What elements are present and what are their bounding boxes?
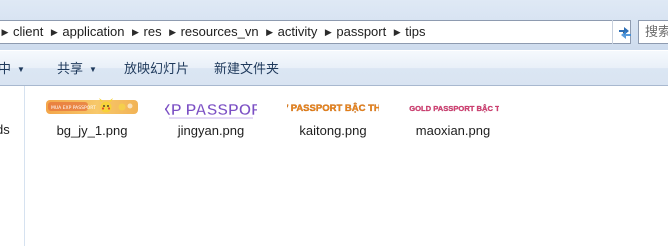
file-item-maoxian[interactable]: QUÀ GOLD PASSPORT BẬC THẦY maoxian.png	[398, 97, 508, 138]
new-folder-button[interactable]: 新建文件夹	[214, 51, 279, 86]
refresh-button[interactable]	[614, 22, 636, 42]
breadcrumb-application[interactable]: ▶ application	[47, 21, 128, 43]
search-input[interactable]: 搜索	[638, 20, 668, 44]
breadcrumb-res[interactable]: ▶ res	[129, 21, 166, 43]
breadcrumb-resources-vn[interactable]: ▶ resources_vn	[166, 21, 263, 43]
svg-text:MUA EXP PASSPORT: MUA EXP PASSPORT	[51, 105, 96, 111]
file-list[interactable]: MUA EXP PASSPORT bg_jy_1.png EXP PASSPOR…	[26, 86, 668, 246]
file-item-kaitong[interactable]: MỞ PASSPORT BẬC THẦY kaitong.png	[278, 97, 388, 138]
file-item-bg-jy-1[interactable]: MUA EXP PASSPORT bg_jy_1.png	[37, 97, 147, 138]
chevron-right-icon[interactable]: ▶	[47, 21, 61, 43]
dropdown-arrow-icon: ▼	[89, 65, 97, 74]
open-passport-logo-thumbnail[interactable]: MỞ PASSPORT BẬC THẦY	[287, 97, 379, 117]
chevron-right-icon[interactable]: ▶	[166, 21, 180, 43]
nav-item-label[interactable]: ds	[0, 122, 10, 137]
command-bar: 中 ▼ 共享 ▼ 放映幻灯片 新建文件夹	[0, 50, 668, 86]
refresh-icon	[619, 27, 631, 39]
gold-passport-logo-thumbnail[interactable]: QUÀ GOLD PASSPORT BẬC THẦY	[407, 97, 499, 117]
file-name[interactable]: jingyan.png	[156, 123, 266, 138]
chevron-right-icon[interactable]: ▶	[129, 21, 143, 43]
svg-text:EXP PASSPORT: EXP PASSPORT	[165, 102, 257, 119]
chevron-right-icon[interactable]: ▶	[263, 21, 277, 43]
file-item-jingyan[interactable]: EXP PASSPORT jingyan.png	[156, 97, 266, 138]
exp-passport-logo-thumbnail[interactable]: EXP PASSPORT	[165, 97, 257, 121]
dropdown-arrow-icon: ▼	[17, 65, 25, 74]
svg-text:QUÀ GOLD PASSPORT BẬC THẦY: QUÀ GOLD PASSPORT BẬC THẦY	[407, 103, 499, 113]
address-strip: ▶ client ▶ application ▶ res ▶ resources…	[0, 0, 668, 50]
file-name[interactable]: bg_jy_1.png	[37, 123, 147, 138]
breadcrumb-passport[interactable]: ▶ passport	[321, 21, 390, 43]
slideshow-button[interactable]: 放映幻灯片	[124, 51, 189, 86]
file-name[interactable]: kaitong.png	[278, 123, 388, 138]
file-name[interactable]: maoxian.png	[398, 123, 508, 138]
share-button[interactable]: 共享 ▼	[57, 51, 97, 86]
breadcrumb-tips[interactable]: ▶ tips	[390, 21, 429, 43]
breadcrumb-client[interactable]: ▶ client	[0, 21, 47, 43]
pikachu-banner-thumbnail[interactable]: MUA EXP PASSPORT	[46, 97, 138, 117]
svg-text:MỞ PASSPORT BẬC THẦY: MỞ PASSPORT BẬC THẦY	[287, 102, 379, 114]
chevron-right-icon[interactable]: ▶	[321, 21, 335, 43]
chevron-right-icon[interactable]: ▶	[0, 21, 12, 43]
include-in-library-button[interactable]: 中 ▼	[0, 51, 25, 86]
chevron-right-icon[interactable]: ▶	[390, 21, 404, 43]
navigation-pane[interactable]: ds ll	[0, 86, 25, 246]
breadcrumb-activity[interactable]: ▶ activity	[263, 21, 322, 43]
address-bar[interactable]: ▶ client ▶ application ▶ res ▶ resources…	[0, 20, 631, 44]
